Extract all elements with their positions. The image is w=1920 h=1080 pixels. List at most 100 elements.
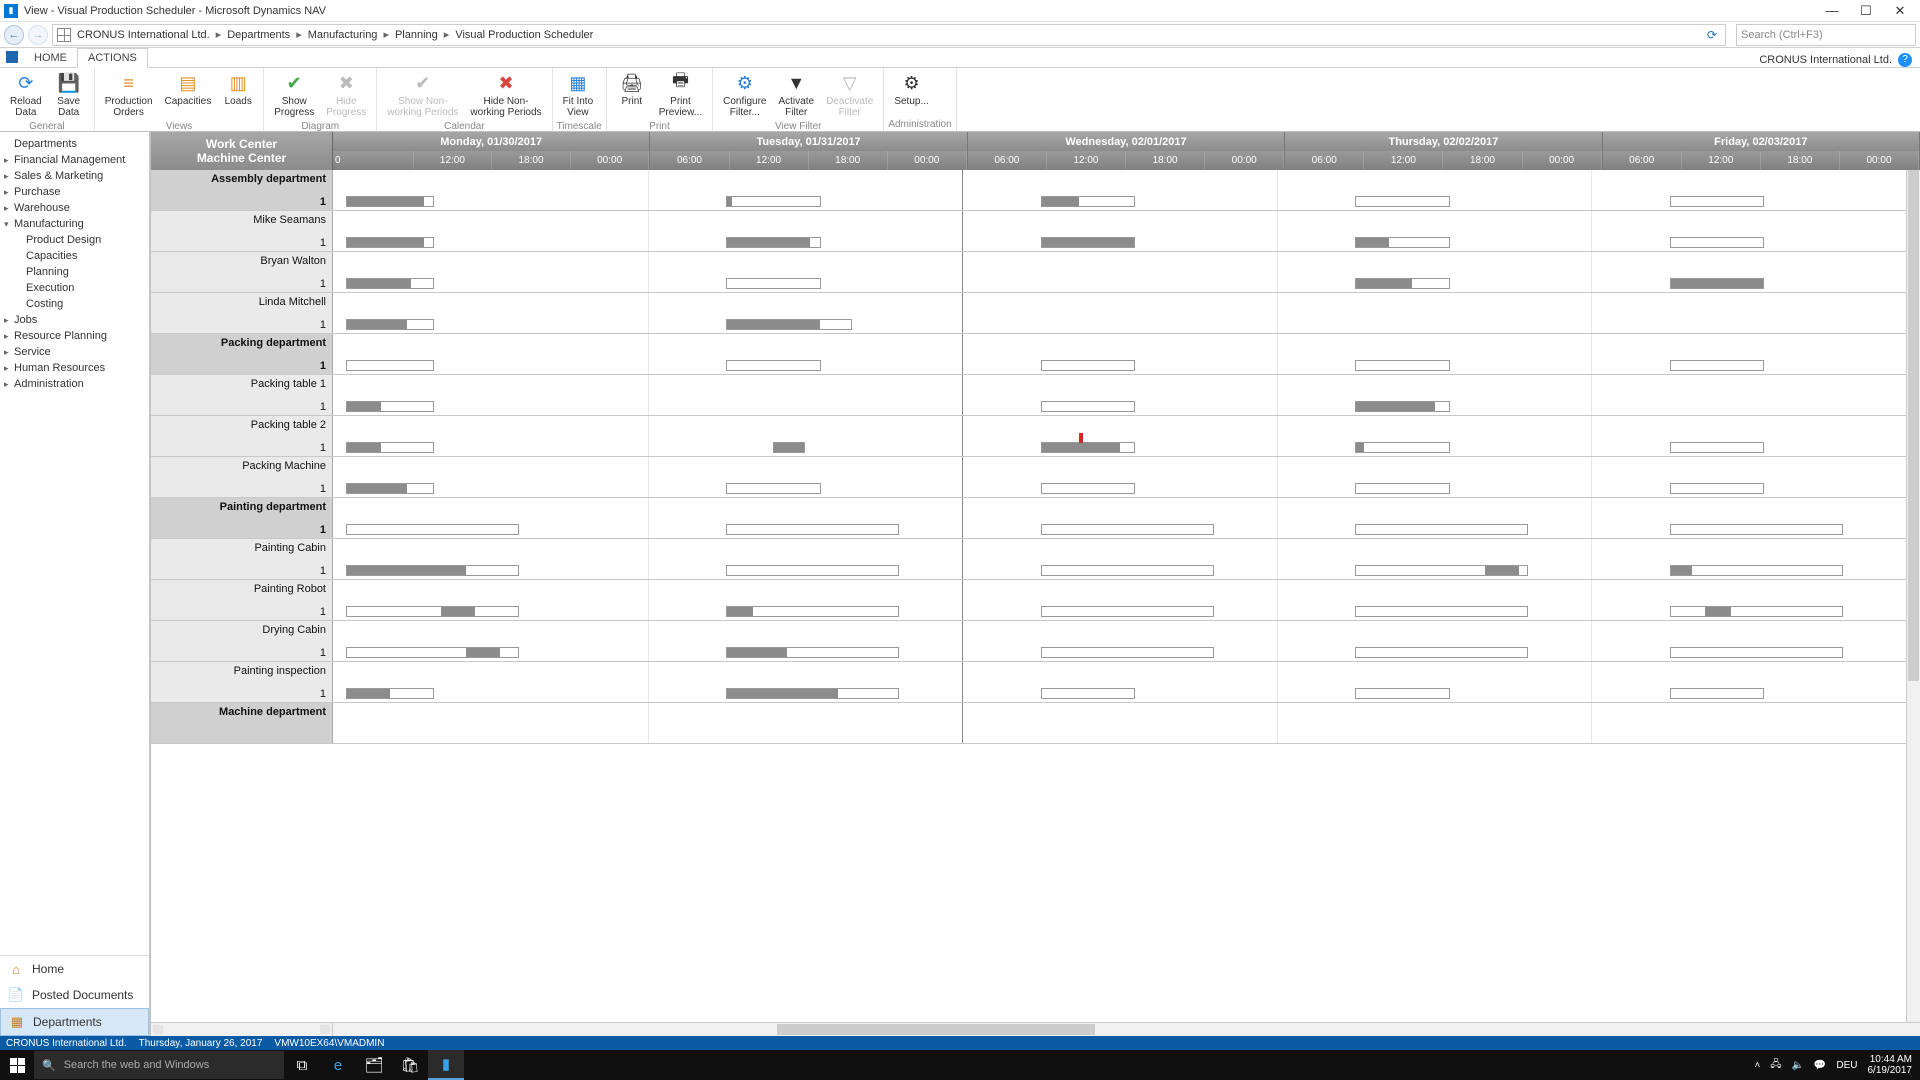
gantt-bar[interactable] bbox=[726, 647, 899, 658]
tree-item[interactable]: Departments bbox=[0, 136, 149, 152]
gantt-bar[interactable] bbox=[346, 647, 519, 658]
row-label[interactable]: Assembly department1 bbox=[151, 170, 333, 210]
row-label[interactable]: Drying Cabin1 bbox=[151, 621, 333, 661]
row-lane[interactable] bbox=[333, 703, 1906, 743]
print-preview-button[interactable]: 🖶Print Preview... bbox=[653, 70, 708, 120]
breadcrumb-item[interactable]: Manufacturing bbox=[308, 29, 378, 41]
edge-icon[interactable]: e bbox=[320, 1050, 356, 1080]
tab-home[interactable]: HOME bbox=[24, 49, 77, 67]
activate-filter-button[interactable]: ▼Activate Filter bbox=[772, 70, 820, 120]
row-label[interactable]: Linda Mitchell1 bbox=[151, 293, 333, 333]
gantt-bar[interactable] bbox=[1041, 483, 1135, 494]
tree-item[interactable]: Product Design bbox=[0, 232, 149, 248]
forward-button[interactable]: → bbox=[28, 25, 48, 45]
gantt-bar[interactable] bbox=[1670, 196, 1764, 207]
gantt-bar[interactable] bbox=[1041, 196, 1135, 207]
row-label[interactable]: Mike Seamans1 bbox=[151, 211, 333, 251]
hide-nonworking-button[interactable]: ✖Hide Non- working Periods bbox=[464, 70, 547, 120]
minimize-button[interactable]: — bbox=[1824, 3, 1840, 19]
row-label[interactable]: Packing table 21 bbox=[151, 416, 333, 456]
row-lane[interactable] bbox=[333, 334, 1906, 374]
close-button[interactable]: ✕ bbox=[1892, 3, 1908, 19]
production-orders-button[interactable]: ≡Production Orders bbox=[99, 70, 159, 120]
start-button[interactable] bbox=[0, 1050, 34, 1080]
tree-item[interactable]: Resource Planning bbox=[0, 328, 149, 344]
gantt-bar[interactable] bbox=[346, 524, 519, 535]
breadcrumb[interactable]: CRONUS International Ltd. ▸ Departments … bbox=[52, 24, 1726, 46]
gantt-bar[interactable] bbox=[1041, 442, 1135, 453]
gantt-bar[interactable] bbox=[1041, 237, 1135, 248]
gantt-bar[interactable] bbox=[346, 606, 519, 617]
row-label[interactable]: Painting Cabin1 bbox=[151, 539, 333, 579]
vertical-scrollbar[interactable] bbox=[1906, 170, 1920, 1022]
gantt-bar[interactable] bbox=[1355, 688, 1449, 699]
back-button[interactable]: ← bbox=[4, 25, 24, 45]
fit-into-view-button[interactable]: ▦Fit Into View bbox=[557, 70, 600, 120]
gantt-bar[interactable] bbox=[1355, 278, 1449, 289]
tree-item[interactable]: Purchase bbox=[0, 184, 149, 200]
capacities-button[interactable]: ▤Capacities bbox=[159, 70, 218, 120]
row-lane[interactable] bbox=[333, 621, 1906, 661]
tree-item[interactable]: Human Resources bbox=[0, 360, 149, 376]
gantt-bar[interactable] bbox=[1355, 565, 1528, 576]
gantt-bar[interactable] bbox=[1041, 360, 1135, 371]
gantt-scheduler[interactable]: Work Center Machine Center Monday, 01/30… bbox=[150, 132, 1920, 1036]
tree-item[interactable]: Manufacturing bbox=[0, 216, 149, 232]
row-lane[interactable] bbox=[333, 539, 1906, 579]
gantt-bar[interactable] bbox=[726, 524, 899, 535]
gantt-bar[interactable] bbox=[1355, 360, 1449, 371]
gantt-bar[interactable] bbox=[1355, 401, 1449, 412]
tree-item[interactable]: Sales & Marketing bbox=[0, 168, 149, 184]
tree-item[interactable]: Execution bbox=[0, 280, 149, 296]
nav-home[interactable]: ⌂Home bbox=[0, 956, 149, 982]
gantt-bar[interactable] bbox=[773, 442, 804, 453]
gantt-bar[interactable] bbox=[1355, 524, 1528, 535]
gantt-bar[interactable] bbox=[1355, 606, 1528, 617]
row-label[interactable]: Machine department bbox=[151, 703, 333, 743]
gantt-bar[interactable] bbox=[346, 360, 434, 371]
row-lane[interactable] bbox=[333, 457, 1906, 497]
tray-clock[interactable]: 10:44 AM 6/19/2017 bbox=[1868, 1054, 1913, 1076]
tray-language[interactable]: DEU bbox=[1836, 1060, 1857, 1071]
gantt-bar[interactable] bbox=[346, 196, 434, 207]
gantt-bar[interactable] bbox=[726, 237, 820, 248]
save-data-button[interactable]: 💾Save Data bbox=[48, 70, 90, 120]
tree-item[interactable]: Capacities bbox=[0, 248, 149, 264]
setup-button[interactable]: ⚙Setup... bbox=[888, 70, 934, 118]
gantt-bar[interactable] bbox=[1355, 647, 1528, 658]
refresh-icon[interactable]: ⟳ bbox=[1707, 28, 1721, 42]
breadcrumb-item[interactable]: Planning bbox=[395, 29, 438, 41]
gantt-bar[interactable] bbox=[726, 360, 820, 371]
maximize-button[interactable]: ☐ bbox=[1858, 3, 1874, 19]
gantt-bar[interactable] bbox=[1670, 688, 1764, 699]
row-label[interactable]: Packing department1 bbox=[151, 334, 333, 374]
gantt-bar[interactable] bbox=[1041, 688, 1135, 699]
gantt-bar[interactable] bbox=[1355, 442, 1449, 453]
tree-item[interactable]: Financial Management bbox=[0, 152, 149, 168]
gantt-bar[interactable] bbox=[726, 278, 820, 289]
nav-posted-documents[interactable]: 📄Posted Documents bbox=[0, 982, 149, 1008]
tray-notifications-icon[interactable]: 💬 bbox=[1814, 1060, 1826, 1071]
row-label[interactable]: Painting inspection1 bbox=[151, 662, 333, 702]
taskbar-search[interactable]: 🔍Search the web and Windows bbox=[34, 1051, 284, 1079]
gantt-bar[interactable] bbox=[1041, 524, 1214, 535]
help-icon[interactable]: ? bbox=[1898, 53, 1912, 67]
row-lane[interactable] bbox=[333, 416, 1906, 456]
row-lane[interactable] bbox=[333, 211, 1906, 251]
tray-up-icon[interactable]: ˄ bbox=[1754, 1060, 1760, 1071]
gantt-bar[interactable] bbox=[726, 319, 852, 330]
tree-item[interactable]: Administration bbox=[0, 376, 149, 392]
file-explorer-icon[interactable]: 🗂 bbox=[356, 1050, 392, 1080]
gantt-bar[interactable] bbox=[1670, 524, 1843, 535]
row-label[interactable]: Bryan Walton1 bbox=[151, 252, 333, 292]
tray-network-icon[interactable]: 🖧 bbox=[1770, 1057, 1781, 1074]
show-progress-button[interactable]: ✔Show Progress bbox=[268, 70, 320, 120]
gantt-bar[interactable] bbox=[1355, 483, 1449, 494]
gantt-bar[interactable] bbox=[346, 319, 434, 330]
gantt-bar[interactable] bbox=[346, 442, 434, 453]
task-view-button[interactable]: ⧉ bbox=[284, 1050, 320, 1080]
row-lane[interactable] bbox=[333, 662, 1906, 702]
gantt-bar[interactable] bbox=[346, 401, 434, 412]
gantt-bar[interactable] bbox=[1670, 237, 1764, 248]
gantt-bar[interactable] bbox=[1670, 565, 1843, 576]
